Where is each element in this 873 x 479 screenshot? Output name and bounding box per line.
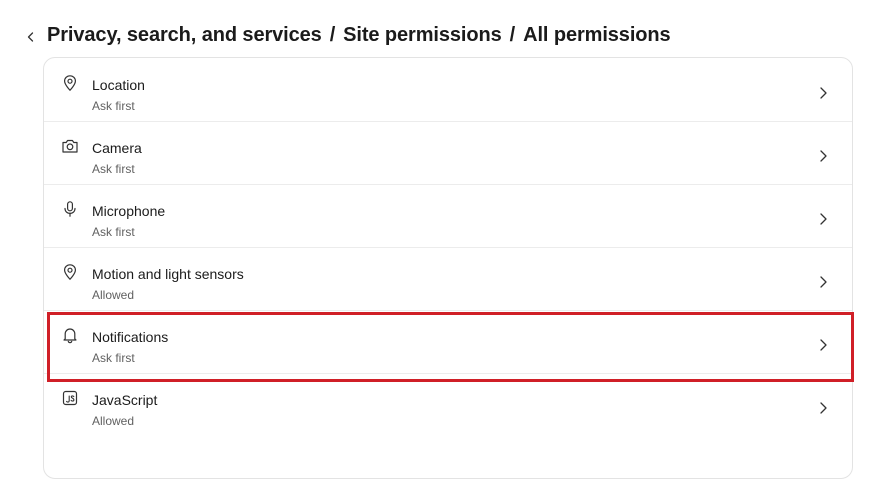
permission-status: Ask first	[92, 99, 135, 113]
permission-status: Ask first	[92, 351, 135, 365]
breadcrumb: Privacy, search, and services / Site permi…	[47, 24, 671, 47]
microphone-icon	[64, 201, 76, 217]
permission-title: Location	[92, 77, 145, 93]
breadcrumb-separator: /	[509, 24, 516, 46]
permission-title: Motion and light sensors	[92, 266, 244, 282]
chevron-right-icon	[820, 276, 827, 288]
permission-status: Ask first	[92, 225, 135, 239]
permission-title: Camera	[92, 140, 142, 156]
location-pin-icon	[63, 75, 77, 92]
chevron-right-icon	[820, 87, 827, 99]
chevron-right-icon	[820, 213, 827, 225]
permission-status: Allowed	[92, 288, 135, 302]
breadcrumb-site-permissions[interactable]: Site permissions	[343, 24, 502, 46]
permission-title: Microphone	[92, 203, 166, 219]
permission-row-location[interactable]: Location Ask first	[44, 58, 852, 121]
javascript-icon	[62, 390, 78, 406]
permission-row-motion-sensors[interactable]: Motion and light sensors Allowed	[44, 247, 852, 310]
page-header: Privacy, search, and services / Site permi…	[0, 0, 873, 58]
chevron-right-icon	[820, 150, 827, 162]
permission-row-microphone[interactable]: Microphone Ask first	[44, 184, 852, 247]
chevron-right-icon	[820, 339, 827, 351]
back-button[interactable]	[20, 26, 42, 48]
permission-row-camera[interactable]: Camera Ask first	[44, 121, 852, 184]
chevron-left-icon	[27, 32, 34, 42]
chevron-right-icon	[820, 402, 827, 414]
permission-status: Ask first	[92, 162, 135, 176]
permission-title: JavaScript	[92, 392, 158, 408]
permission-title: Notifications	[92, 329, 169, 345]
camera-icon	[62, 139, 78, 153]
location-pin-icon	[63, 264, 77, 281]
permissions-list: Location Ask first Camera Ask first Micr…	[43, 57, 853, 479]
breadcrumb-privacy[interactable]: Privacy, search, and services	[47, 24, 322, 46]
bell-icon	[63, 328, 77, 344]
breadcrumb-all-permissions: All permissions	[523, 24, 671, 46]
permission-row-javascript[interactable]: JavaScript Allowed	[44, 373, 852, 436]
breadcrumb-separator: /	[329, 24, 336, 46]
permission-status: Allowed	[92, 414, 135, 428]
permission-row-notifications[interactable]: Notifications Ask first	[44, 310, 852, 373]
